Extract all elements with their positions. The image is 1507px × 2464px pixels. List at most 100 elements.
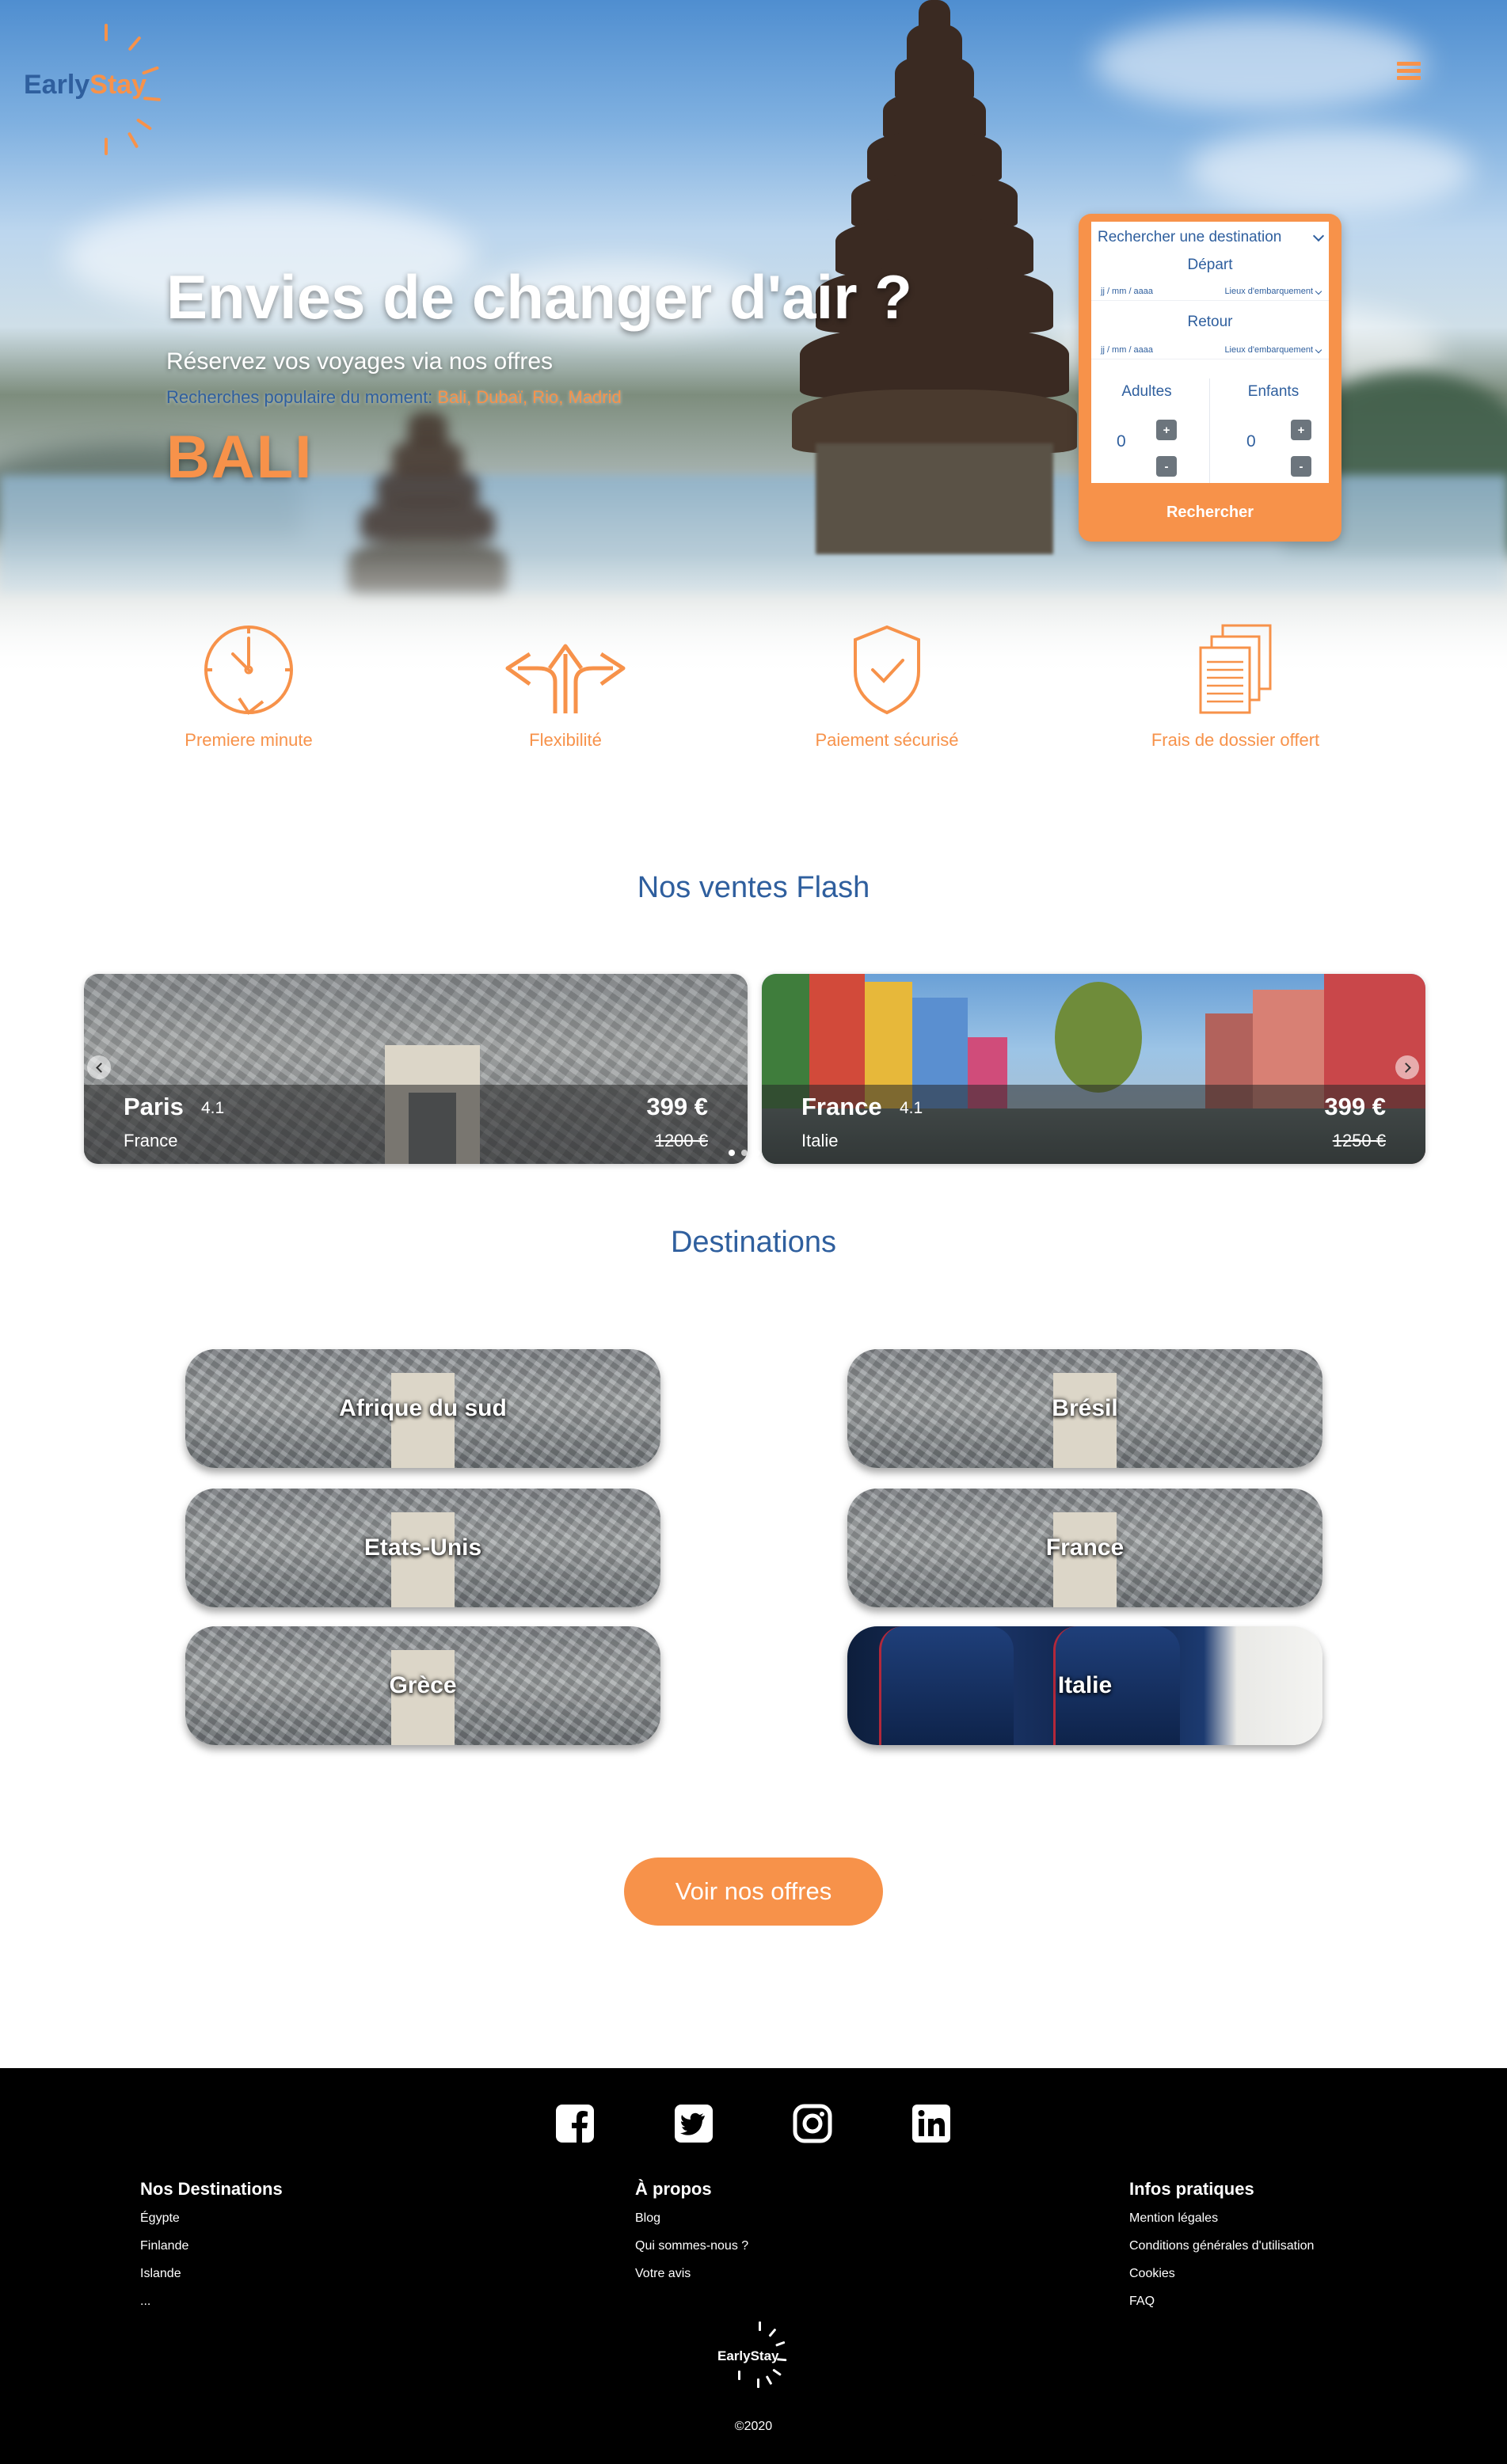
footer-link[interactable]: Mention légales: [1129, 2211, 1314, 2238]
destination-select[interactable]: Rechercher une destination: [1091, 222, 1329, 253]
adults-minus-button[interactable]: -: [1156, 456, 1177, 477]
footer-link[interactable]: Cookies: [1129, 2266, 1314, 2294]
feature-label: Paiement sécurisé: [815, 730, 959, 750]
footer-column-title: Nos Destinations: [140, 2179, 283, 2199]
footer-link[interactable]: Votre avis: [635, 2266, 748, 2294]
carousel-indicators: [729, 1150, 760, 1156]
feature-premiere-minute: Premiere minute: [130, 618, 367, 760]
hero-subtitle: Réservez vos voyages via nos offres: [166, 348, 554, 375]
feature-label: Flexibilité: [529, 730, 602, 750]
destination-card-france[interactable]: France: [847, 1489, 1322, 1607]
clock-icon: [204, 626, 293, 715]
chevron-down-icon: [1315, 346, 1322, 353]
footer-link[interactable]: ...: [140, 2294, 283, 2321]
chevron-right-icon: [1400, 1062, 1411, 1073]
linkedin-icon[interactable]: [911, 2103, 952, 2144]
retour-date-input[interactable]: jj / mm / aaaa: [1101, 345, 1153, 355]
carousel-next-button[interactable]: [1395, 1055, 1419, 1079]
view-offers-button[interactable]: Voir nos offres: [624, 1858, 883, 1926]
flash-card-country: Italie: [801, 1131, 839, 1150]
destination-label: Brésil: [1052, 1395, 1118, 1421]
flash-card-old-price: 1200 €: [654, 1131, 708, 1150]
carousel-prev-button[interactable]: [87, 1055, 111, 1079]
destination-label: Afrique du sud: [339, 1395, 507, 1421]
popular-cities[interactable]: Bali, Dubaï, Rio, Madrid: [437, 387, 621, 407]
hamburger-menu-icon[interactable]: [1397, 62, 1421, 82]
destinations-title: Destinations: [670, 1226, 837, 1259]
popular-searches: Recherches populaire du moment: Bali, Du…: [166, 387, 622, 408]
adults-value: 0: [1117, 432, 1126, 451]
feature-label: Frais de dossier offert: [1151, 730, 1320, 750]
page: EarlyStay Envies de changer d'air ? Rése…: [0, 0, 1507, 2464]
popular-prefix: Recherches populaire du moment:: [166, 387, 433, 407]
depart-date-input[interactable]: jj / mm / aaaa: [1101, 287, 1153, 296]
feature-paiement-securise: Paiement sécurisé: [768, 618, 1006, 760]
flash-card-price: 399 €: [646, 1093, 708, 1120]
children-label: Enfants: [1247, 383, 1300, 400]
split-arrows-icon: [505, 644, 626, 713]
retour-label: Retour: [1187, 314, 1233, 330]
hero-title: Envies de changer d'air ?: [166, 262, 912, 332]
retour-place-text: Lieux d'embarquement: [1224, 344, 1313, 355]
retour-row: jj / mm / aaaa Lieux d'embarquement: [1091, 340, 1329, 359]
flash-card-rating: 4.1: [201, 1099, 225, 1117]
feature-flexibilite: Flexibilité: [447, 618, 684, 760]
chevron-down-icon: [1315, 287, 1322, 295]
footer-link[interactable]: FAQ: [1129, 2294, 1314, 2321]
hero-highlight-destination: BALI: [166, 424, 314, 491]
children-counter: Enfants 0 + -: [1210, 378, 1329, 483]
footer-logo-text: EarlyStay: [717, 2348, 779, 2363]
destination-label: France: [1045, 1534, 1125, 1561]
flash-card-france[interactable]: France 4.1 Italie 399 € 1250 €: [762, 974, 1425, 1164]
feature-label: Premiere minute: [185, 730, 313, 750]
footer-link[interactable]: Qui sommes-nous ?: [635, 2238, 748, 2266]
footer-column-title: Infos pratiques: [1129, 2179, 1254, 2199]
search-widget: Rechercher une destination Départ jj / m…: [1079, 214, 1341, 542]
flash-card-price: 399 €: [1324, 1093, 1386, 1120]
destination-card-bresil[interactable]: Brésil: [847, 1349, 1322, 1468]
footer-link[interactable]: Finlande: [140, 2238, 283, 2266]
retour-place-select[interactable]: Lieux d'embarquement: [1224, 344, 1322, 355]
flash-card-city: Paris: [124, 1093, 184, 1120]
destination-card-italie[interactable]: Italie: [847, 1626, 1322, 1745]
chevron-left-icon: [95, 1062, 106, 1073]
flash-card-city: France: [801, 1093, 882, 1120]
instagram-icon[interactable]: [792, 2103, 833, 2144]
chevron-down-icon: [1312, 230, 1325, 241]
destination-label: Etats-Unis: [363, 1534, 482, 1561]
destination-card-grece[interactable]: Grèce: [185, 1626, 660, 1745]
children-minus-button[interactable]: -: [1291, 456, 1311, 477]
depart-row: jj / mm / aaaa Lieux d'embarquement: [1091, 282, 1329, 301]
destination-card-etats-unis[interactable]: Etats-Unis: [185, 1489, 660, 1607]
twitter-icon[interactable]: [673, 2103, 714, 2144]
footer-logo[interactable]: EarlyStay: [711, 2320, 798, 2391]
depart-place-select[interactable]: Lieux d'embarquement: [1224, 287, 1322, 296]
footer-column-infos-pratiques: Infos pratiques Mention légales Conditio…: [1129, 2179, 1314, 2321]
footer: Nos Destinations Égypte Finlande Islande…: [0, 2068, 1507, 2464]
flash-card-old-price: 1250 €: [1332, 1131, 1386, 1150]
footer-column-title: À propos: [635, 2179, 712, 2199]
site-logo[interactable]: EarlyStay: [24, 21, 174, 155]
flash-card-paris[interactable]: Paris 4.1 France 399 € 1200 €: [84, 974, 748, 1164]
destination-card-afrique-du-sud[interactable]: Afrique du sud: [185, 1349, 660, 1468]
carousel-dot[interactable]: [754, 1150, 760, 1156]
flash-card-rating: 4.1: [900, 1099, 923, 1117]
footer-link[interactable]: Blog: [635, 2211, 748, 2238]
destination-select-value: Rechercher une destination: [1098, 229, 1282, 245]
shield-check-icon: [854, 625, 920, 715]
adults-counter: Adultes 0 + -: [1091, 378, 1210, 483]
search-button[interactable]: Rechercher: [1079, 492, 1341, 532]
facebook-icon[interactable]: [554, 2103, 596, 2144]
footer-link[interactable]: Conditions générales d'utilisation: [1129, 2238, 1314, 2266]
carousel-dot[interactable]: [729, 1150, 735, 1156]
flash-sales-title: Nos ventes Flash: [637, 871, 870, 904]
adults-plus-button[interactable]: +: [1156, 420, 1177, 440]
footer-link[interactable]: Islande: [140, 2266, 283, 2294]
carousel-dot[interactable]: [741, 1150, 748, 1156]
copyright: ©2020: [734, 2420, 773, 2433]
footer-link[interactable]: Égypte: [140, 2211, 283, 2238]
children-plus-button[interactable]: +: [1291, 420, 1311, 440]
destination-label: Grèce: [389, 1672, 457, 1698]
feature-frais-de-dossier: Frais de dossier offert: [1117, 618, 1354, 760]
footer-column-a-propos: À propos Blog Qui sommes-nous ? Votre av…: [635, 2179, 748, 2294]
